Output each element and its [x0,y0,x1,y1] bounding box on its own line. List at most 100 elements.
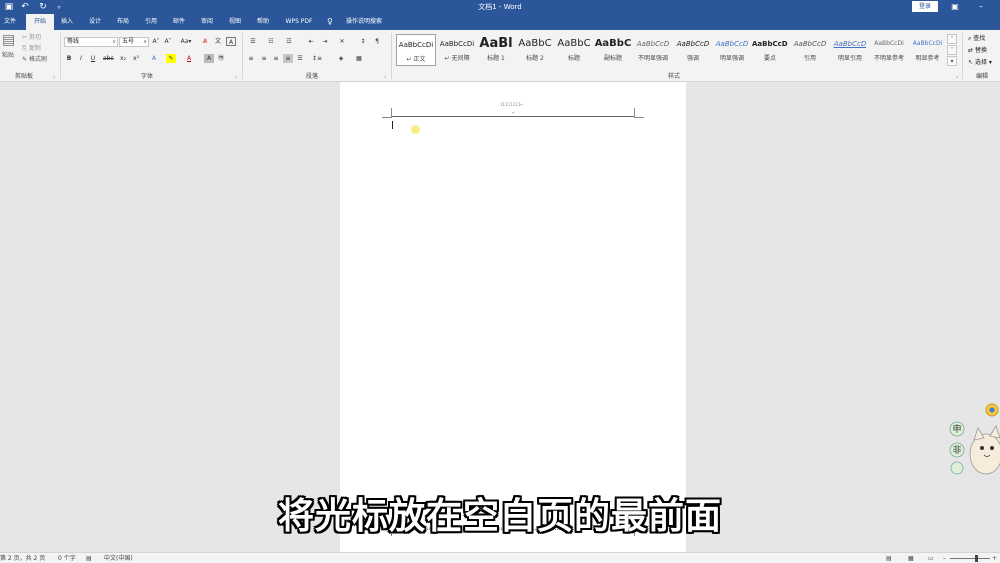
zoom-slider[interactable] [950,558,990,559]
cut-button[interactable]: ✂ 剪切 [22,33,41,42]
superscript-icon[interactable]: x² [131,54,141,63]
zoom-in-icon[interactable]: + [992,553,997,563]
style-quote[interactable]: AaBbCcD 引用 [790,34,830,66]
bold-icon[interactable]: B [64,54,74,63]
style-intense-quote[interactable]: AaBbCcD 明显引用 [831,34,869,66]
tell-me-search[interactable]: 操作说明搜索 [340,14,388,30]
tab-review[interactable]: 审阅 [196,14,218,30]
style-emphasis[interactable]: AaBbCcD 强调 [674,34,712,66]
paste-icon[interactable]: ▤ [2,32,18,50]
character-shading-icon[interactable]: A [204,54,214,63]
font-name-combo[interactable]: 等线 ∨ [64,37,118,47]
subscript-icon[interactable]: x₂ [118,54,128,63]
replace-button[interactable]: ⇄ 替换 [968,46,987,56]
select-button[interactable]: ↖ 选择 ▾ [968,58,992,68]
character-border-icon[interactable]: A [226,37,236,46]
numbering-icon[interactable]: ☷ [266,37,276,46]
chevron-down-icon: ▾ [988,59,992,66]
tab-home[interactable]: 开始 [26,14,54,30]
decrease-indent-icon[interactable]: ⇤ [306,37,316,46]
style-heading-1[interactable]: AaBl 标题 1 [478,34,514,66]
scissors-icon: ✂ [22,34,28,41]
ribbon-display-options-icon[interactable]: ▣ [944,0,966,14]
editing-group-label: 编辑 [975,73,988,80]
tab-wps-pdf[interactable]: WPS PDF [280,14,318,30]
justify-icon[interactable]: ≡ [283,54,293,63]
change-case-icon[interactable]: Aa▾ [178,37,194,46]
language-indicator[interactable]: 中文(中国) [104,553,133,563]
mascot-char: 申 [952,423,961,435]
document-page[interactable]: 11111111↵ ↵ 1111111111111111111111111111… [340,82,686,552]
word-count[interactable]: 0 个字 [58,553,76,563]
clipboard-launcher-icon[interactable]: ⌟ [53,73,55,79]
font-size-combo[interactable]: 五号 ∨ [119,37,149,47]
bullets-icon[interactable]: ☰ [248,37,258,46]
shading-icon[interactable]: ◈ [336,54,346,63]
text-effects-icon[interactable]: A [149,54,159,63]
tab-view[interactable]: 视图 [224,14,246,30]
line-spacing-icon[interactable]: ↕≡ [312,54,322,63]
group-divider [391,33,392,79]
underline-icon[interactable]: U [88,54,98,63]
minimize-icon[interactable]: – [970,0,992,14]
borders-icon[interactable]: ▦ [354,54,364,63]
phonetic-guide-icon[interactable]: 文 [213,37,223,46]
paste-button[interactable]: 粘贴 [2,51,14,60]
style-no-spacing[interactable]: AaBbCcDi ↵ 无间隔 [437,34,477,66]
tab-file[interactable]: 文件 [0,14,20,30]
tab-help[interactable]: 帮助 [252,14,274,30]
style-normal[interactable]: AaBbCcDi ↵ 正文 [396,34,436,66]
style-intense-reference[interactable]: AaBbCcDi 明显参考 [909,34,946,66]
font-launcher-icon[interactable]: ⌟ [235,73,237,79]
style-subtitle[interactable]: AaBbC 副标题 [594,34,632,66]
align-center-icon[interactable]: ≡ [259,54,269,63]
style-intense-emphasis[interactable]: AaBbCcD 明显强调 [713,34,751,66]
zoom-out-icon[interactable]: – [943,553,946,563]
sort-icon[interactable]: ↕ [358,37,368,46]
tab-layout[interactable]: 布局 [112,14,134,30]
tab-insert[interactable]: 插入 [56,14,78,30]
font-color-icon[interactable]: A [184,54,194,63]
group-divider [242,33,243,79]
grow-font-icon[interactable]: A˄ [151,37,161,46]
style-subtle-emphasis[interactable]: AaBbCcD 不明显强调 [634,34,672,66]
highlight-icon[interactable]: ✎ [166,54,176,63]
find-button[interactable]: ⌕ 查找 [968,34,985,44]
chinese-layout-icon[interactable]: ✕ [337,37,347,46]
page-count[interactable]: 第 2 页，共 2 页 [0,553,45,563]
crop-mark [382,117,392,118]
gallery-up-icon[interactable]: ˄ [947,34,957,44]
clear-formatting-icon[interactable]: A̷ [200,37,210,46]
login-button[interactable]: 登录 [912,1,938,12]
copy-button[interactable]: ⎘ 复制 [22,44,41,53]
style-subtle-reference[interactable]: AaBbCcDi 不明显参考 [870,34,908,66]
paragraph-launcher-icon[interactable]: ⌟ [384,73,386,79]
mascot-char: 非 [952,444,961,456]
multilevel-list-icon[interactable]: ☲ [284,37,294,46]
tab-mailings[interactable]: 邮件 [168,14,190,30]
style-strong[interactable]: AaBbCcDi 要点 [752,34,788,66]
tab-design[interactable]: 设计 [84,14,106,30]
proofing-icon[interactable]: ▤ [86,553,92,563]
style-heading-2[interactable]: AaBbC 标题 2 [516,34,554,66]
gallery-down-icon[interactable]: ˅ [947,45,957,55]
tab-references[interactable]: 引用 [140,14,162,30]
zoom-slider-thumb[interactable] [975,555,978,562]
show-marks-icon[interactable]: ¶ [372,37,382,46]
italic-icon[interactable]: I [76,54,86,63]
gallery-more-icon[interactable]: ▾ [947,56,957,66]
shrink-font-icon[interactable]: A˅ [163,37,173,46]
distributed-icon[interactable]: ☰ [295,54,305,63]
format-painter-button[interactable]: ✎ 格式刷 [22,55,47,64]
align-left-icon[interactable]: ≡ [246,54,256,63]
align-right-icon[interactable]: ≡ [271,54,281,63]
styles-launcher-icon[interactable]: ⌟ [956,73,958,79]
read-mode-icon[interactable]: ▤ [886,553,892,563]
print-layout-icon[interactable]: ▦ [908,553,914,563]
increase-indent-icon[interactable]: ⇥ [320,37,330,46]
strikethrough-icon[interactable]: abc [103,54,114,63]
web-layout-icon[interactable]: ▭ [928,553,934,563]
enclose-character-icon[interactable]: ㊕ [216,54,226,63]
style-title[interactable]: AaBbC 标题 [556,34,592,66]
window-title: 文档1 - Word [478,3,522,11]
